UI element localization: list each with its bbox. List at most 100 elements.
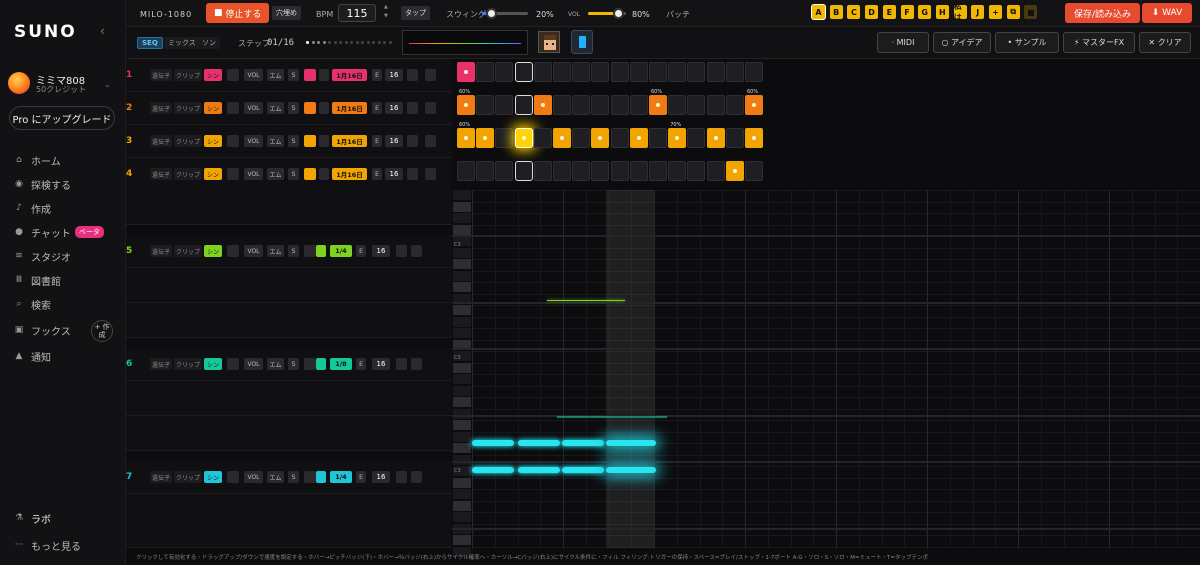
track-edit-button[interactable]: E	[372, 168, 382, 180]
step-cell[interactable]	[610, 128, 629, 148]
copy-icon[interactable]	[396, 245, 407, 257]
copy-icon[interactable]	[407, 168, 418, 180]
piano-key[interactable]	[453, 385, 471, 396]
piano-key[interactable]	[453, 454, 471, 465]
note-bar[interactable]	[606, 440, 656, 446]
track-steps-field[interactable]: 16	[372, 471, 390, 483]
track-steps-field[interactable]: 16	[385, 168, 403, 180]
collapse-sidebar-icon[interactable]: ‹	[100, 24, 105, 38]
track-gene-label[interactable]: 遺伝子	[150, 245, 172, 257]
copy-icon[interactable]	[396, 471, 407, 483]
save-load-button[interactable]: 保存/読み込み	[1065, 3, 1141, 23]
step-cell[interactable]	[514, 161, 533, 181]
track-color-button[interactable]	[304, 168, 316, 180]
step-cell[interactable]: 70%	[668, 122, 687, 148]
step-cell[interactable]	[495, 128, 514, 148]
step-cell[interactable]	[476, 128, 495, 148]
piano-key[interactable]	[453, 362, 471, 373]
step-cell[interactable]	[476, 161, 495, 181]
solo-button[interactable]: S	[288, 168, 299, 180]
paste-icon[interactable]	[425, 69, 436, 81]
patch-button-b[interactable]: B	[829, 5, 843, 19]
sidebar-item-home[interactable]: ⌂ ホーム	[0, 150, 126, 170]
step-cell[interactable]	[591, 95, 610, 115]
project-name[interactable]: MILO-1080	[140, 6, 192, 22]
track-steps-field[interactable]: 16	[385, 135, 403, 147]
sidebar-item-library[interactable]: Ⅲ 図書館	[0, 270, 126, 290]
copy-icon[interactable]	[407, 69, 418, 81]
track-length-badge[interactable]: 1月16日	[332, 69, 367, 81]
paste-icon[interactable]	[425, 135, 436, 147]
step-cell[interactable]	[591, 161, 610, 181]
patch-button-stop[interactable]: ■	[1024, 5, 1038, 19]
suno-logo[interactable]: SUNO	[14, 22, 77, 42]
step-cell[interactable]: 60%	[745, 89, 763, 115]
step-cell[interactable]	[610, 62, 629, 82]
track-synth-badge[interactable]: シン	[204, 471, 222, 483]
track-em-button[interactable]: エム	[267, 358, 284, 370]
track-clip-label[interactable]: クリップ	[174, 358, 202, 370]
sidebar-item-studio[interactable]: ≋ スタジオ	[0, 246, 126, 266]
piano-key[interactable]	[453, 328, 471, 338]
midi-button[interactable]: · MIDI	[877, 32, 929, 53]
track-color-button[interactable]	[316, 358, 326, 370]
track-length-badge[interactable]: 1/8	[330, 358, 352, 370]
solo-button[interactable]: S	[288, 358, 299, 370]
track-menu-button[interactable]	[227, 358, 239, 370]
paste-icon[interactable]	[411, 245, 422, 257]
step-cell[interactable]	[629, 95, 648, 115]
track-steps-field[interactable]: 16	[385, 102, 403, 114]
step-cell[interactable]	[687, 62, 706, 82]
solo-button[interactable]: S	[288, 69, 299, 81]
piano-key[interactable]	[453, 397, 471, 407]
copy-icon[interactable]	[396, 358, 407, 370]
piano-key[interactable]	[453, 500, 471, 511]
step-cell[interactable]	[725, 161, 744, 181]
waveform-preview[interactable]	[402, 30, 528, 55]
step-cell[interactable]	[745, 128, 763, 148]
sidebar-item-music-note[interactable]: ♪ 作成	[0, 198, 126, 218]
track-color-button[interactable]	[316, 471, 326, 483]
avatar[interactable]	[8, 72, 30, 94]
piano-key[interactable]	[453, 420, 471, 430]
track-length-badge[interactable]: 1/4	[330, 245, 352, 257]
track-vol-button[interactable]: VOL	[244, 471, 263, 483]
patch-button-e[interactable]: E	[882, 5, 896, 19]
export-wav-button[interactable]: ⬇ WAV	[1142, 3, 1192, 23]
bpm-stepper[interactable]: ▲ ▼	[384, 3, 388, 23]
track-clip-label[interactable]: クリップ	[174, 69, 202, 81]
step-cell[interactable]	[706, 128, 725, 148]
ideas-button[interactable]: ○ アイデア	[933, 32, 991, 53]
clear-button[interactable]: ✕ クリア	[1139, 32, 1191, 53]
patch-button-i[interactable]: 私は	[953, 2, 967, 22]
piano-key[interactable]	[453, 443, 471, 453]
piano-key[interactable]	[453, 535, 471, 545]
track-edit-button[interactable]: E	[372, 102, 382, 114]
step-cell[interactable]: 60%	[457, 122, 475, 148]
note-bar[interactable]	[547, 300, 625, 301]
track-gene-label[interactable]: 遺伝子	[150, 471, 172, 483]
volume-slider-knob[interactable]	[613, 8, 625, 19]
step-cell[interactable]	[668, 62, 687, 82]
track-steps-field[interactable]: 16	[385, 69, 403, 81]
bpm-input[interactable]: 115	[338, 4, 376, 22]
track-mute-button[interactable]	[319, 168, 329, 180]
chevron-down-icon[interactable]: ⌄	[104, 80, 111, 89]
piano-key[interactable]	[453, 282, 471, 292]
patch-button-a[interactable]: A	[812, 5, 825, 19]
step-cell[interactable]	[553, 62, 571, 82]
step-cell[interactable]	[514, 62, 533, 82]
step-cell[interactable]	[476, 62, 495, 82]
piano-key[interactable]	[453, 305, 471, 315]
step-cell[interactable]	[572, 95, 591, 115]
piano-key[interactable]	[453, 431, 471, 442]
step-cell[interactable]	[457, 161, 475, 181]
track-menu-button[interactable]	[227, 245, 239, 257]
solo-button[interactable]: S	[288, 471, 299, 483]
step-cell[interactable]	[572, 62, 591, 82]
track-edit-button[interactable]: E	[356, 358, 366, 370]
track-edit-button[interactable]: E	[356, 471, 366, 483]
track-length-badge[interactable]: 1月16日	[332, 135, 367, 147]
track-length-badge[interactable]: 1月16日	[332, 102, 367, 114]
step-cell[interactable]	[745, 161, 763, 181]
